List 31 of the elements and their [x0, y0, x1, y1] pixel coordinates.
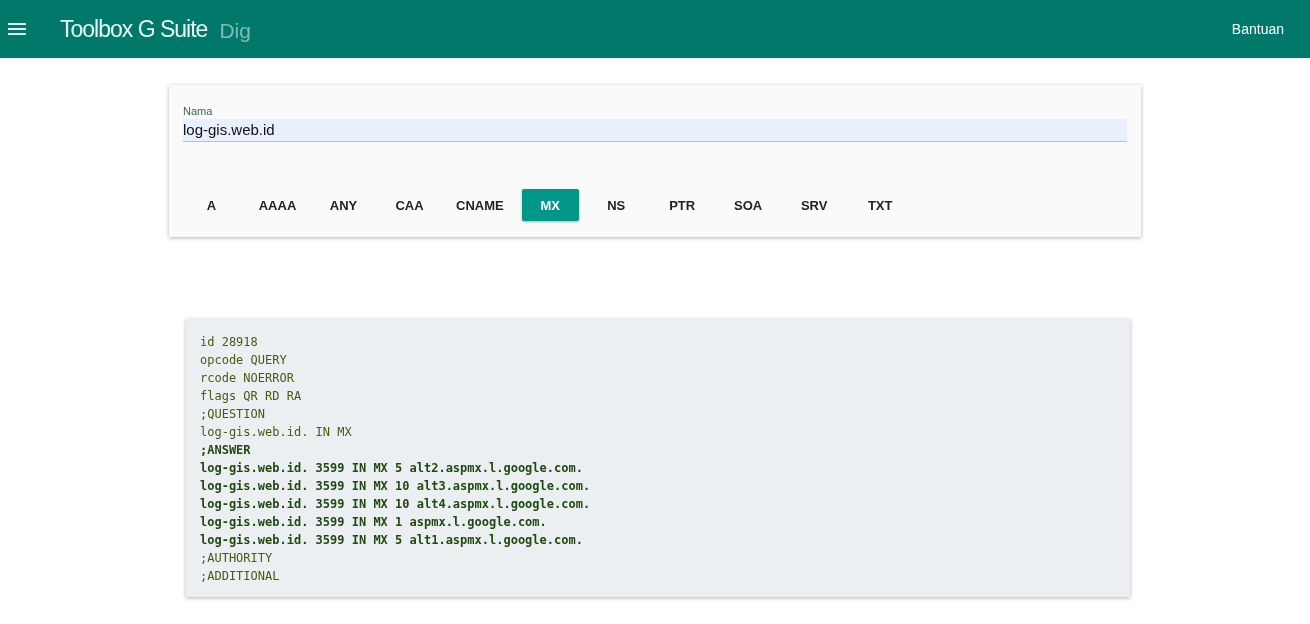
output-line: ;QUESTION: [200, 406, 267, 423]
output-line: rcode NOERROR: [200, 370, 295, 387]
output-line: log-gis.web.id. IN MX: [200, 424, 353, 441]
name-field[interactable]: log-gis.web.id: [183, 119, 1127, 142]
output-line: id 28918: [200, 334, 259, 351]
record-type-button[interactable]: NS: [587, 189, 645, 221]
output-line: log-gis.web.id. 3599 IN MX 10 alt3.aspmx.l.google.com.: [200, 478, 592, 495]
output-line: ;ANSWER: [200, 442, 252, 459]
record-type-button[interactable]: A: [183, 189, 240, 221]
record-type-button[interactable]: MX: [521, 189, 579, 221]
record-type-button[interactable]: CAA: [381, 189, 438, 221]
output-line: log-gis.web.id. 3599 IN MX 10 alt4.aspmx.l.google.com.: [200, 496, 592, 513]
menu-icon[interactable]: [8, 20, 26, 38]
field-label: Nama: [183, 105, 214, 117]
output-line: ;AUTHORITY: [200, 550, 274, 567]
page-subtitle: Dig: [219, 19, 251, 43]
record-type-button[interactable]: TXT: [851, 189, 909, 221]
record-type-button[interactable]: SRV: [785, 189, 843, 221]
record-type-button[interactable]: CNAME: [447, 189, 513, 221]
output-line: opcode QUERY: [200, 352, 288, 369]
output-line: ;ADDITIONAL: [200, 568, 281, 585]
app-title: Toolbox G Suite: [60, 15, 208, 43]
record-type-button[interactable]: PTR: [653, 189, 711, 221]
output-line: log-gis.web.id. 3599 IN MX 5 alt1.aspmx.l.google.com.: [200, 532, 584, 549]
output-line: log-gis.web.id. 3599 IN MX 5 alt2.aspmx.l.google.com.: [200, 460, 584, 477]
help-link[interactable]: Bantuan: [1219, 15, 1296, 43]
output-line: flags QR RD RA: [200, 388, 303, 405]
output-line: log-gis.web.id. 3599 IN MX 1 aspmx.l.google.com.: [200, 514, 548, 531]
record-type-button[interactable]: SOA: [719, 189, 777, 221]
record-type-button[interactable]: ANY: [315, 189, 372, 221]
record-type-button[interactable]: AAAA: [249, 189, 306, 221]
